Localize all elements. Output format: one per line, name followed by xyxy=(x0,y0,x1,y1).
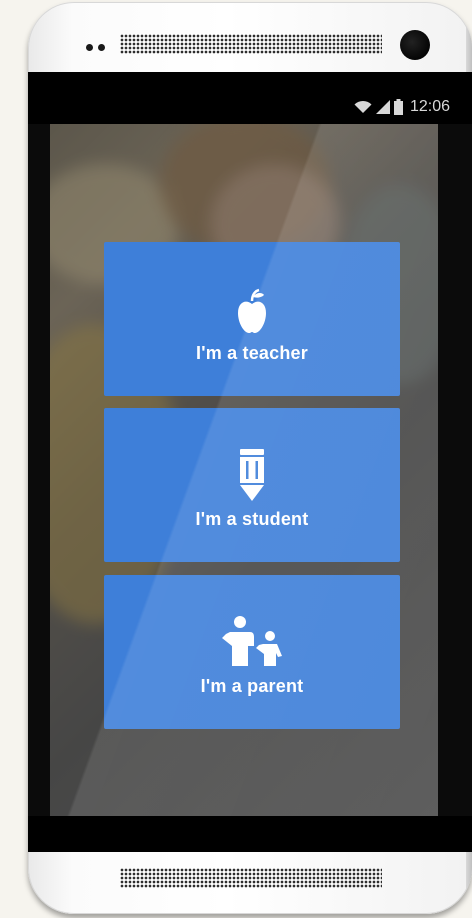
apple-icon xyxy=(237,275,267,335)
battery-icon xyxy=(393,99,403,115)
student-role-label: I'm a student xyxy=(195,508,309,529)
teacher-role-button[interactable]: I'm a teacher xyxy=(104,242,400,396)
proximity-sensor xyxy=(86,44,105,51)
teacher-role-label: I'm a teacher xyxy=(196,342,308,363)
parent-child-icon xyxy=(220,608,284,668)
phone-screen: 12:06 I'm a teacher I'm a student I'm a … xyxy=(28,72,472,852)
status-icons: 12:06 xyxy=(354,98,450,116)
parent-role-button[interactable]: I'm a parent xyxy=(104,575,400,729)
student-role-button[interactable]: I'm a student xyxy=(104,408,400,562)
bottom-speaker xyxy=(120,868,382,888)
earpiece-speaker xyxy=(120,34,382,54)
status-bar: 12:06 xyxy=(28,72,472,124)
signal-icon xyxy=(375,100,390,114)
role-selection-screen: I'm a teacher I'm a student I'm a parent xyxy=(50,124,438,816)
front-camera xyxy=(400,30,430,60)
status-time: 12:06 xyxy=(409,98,450,115)
screen-bottom-border xyxy=(28,816,472,852)
pencil-icon xyxy=(240,441,264,501)
phone-device-frame: 12:06 I'm a teacher I'm a student I'm a … xyxy=(28,2,472,914)
parent-role-label: I'm a parent xyxy=(200,675,304,696)
wifi-icon xyxy=(354,100,372,113)
